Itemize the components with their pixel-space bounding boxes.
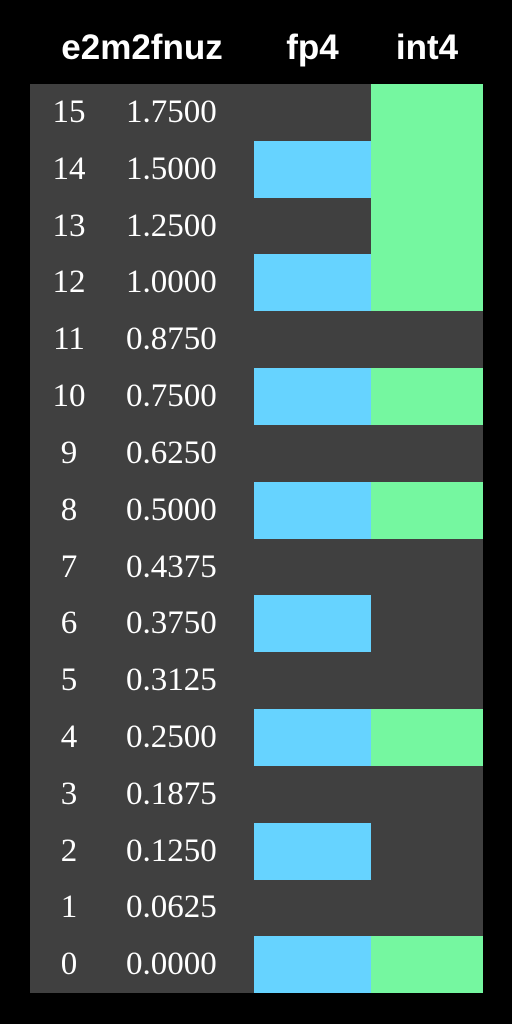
header-fp4: fp4	[286, 28, 339, 67]
table-row: 7 0.4375	[30, 539, 483, 596]
table-row: 13 1.2500	[30, 198, 483, 255]
row-value: 0.0000	[126, 946, 217, 982]
row-index: 1	[60, 889, 78, 925]
row-index: 14	[52, 151, 86, 187]
fp4-marker	[254, 709, 371, 766]
table-row: 6 0.3750	[30, 595, 483, 652]
encoding-table: 15 1.7500 14 1.5000 13 1.2500 12 1.0000 11 0.8750…	[30, 84, 483, 993]
row-index: 10	[52, 378, 86, 414]
int4-marker	[371, 709, 483, 766]
fp4-marker	[254, 254, 371, 311]
table-row: 1 0.0625	[30, 879, 483, 936]
row-value: 1.7500	[126, 94, 217, 130]
fp4-marker	[254, 482, 371, 539]
row-index: 6	[60, 605, 78, 641]
row-value: 0.7500	[126, 378, 217, 414]
table-row: 12 1.0000	[30, 254, 483, 311]
row-value: 1.5000	[126, 151, 217, 187]
row-index: 9	[60, 435, 78, 471]
int4-marker	[371, 141, 483, 198]
header-int4: int4	[395, 28, 459, 67]
int4-marker	[371, 368, 483, 425]
header-row: e2m2fnuz fp4 int4	[0, 0, 512, 84]
row-index: 12	[52, 264, 86, 300]
row-index: 8	[60, 492, 78, 528]
header-e2m2fnuz: e2m2fnuz	[61, 28, 223, 67]
table-row: 3 0.1875	[30, 766, 483, 823]
row-value: 0.2500	[126, 719, 217, 755]
row-value: 0.5000	[126, 492, 217, 528]
int4-marker	[371, 198, 483, 255]
fp4-marker	[254, 141, 371, 198]
row-index: 0	[60, 946, 78, 982]
row-value: 0.3750	[126, 605, 217, 641]
row-index: 7	[60, 549, 78, 585]
row-value: 0.4375	[126, 549, 217, 585]
row-value: 0.6250	[126, 435, 217, 471]
row-index: 3	[60, 776, 78, 812]
row-index: 15	[52, 94, 86, 130]
row-index: 11	[53, 321, 85, 357]
table-row: 11 0.8750	[30, 311, 483, 368]
int4-marker	[371, 482, 483, 539]
row-index: 2	[60, 833, 78, 869]
table-row: 4 0.2500	[30, 709, 483, 766]
row-index: 13	[52, 208, 86, 244]
table-row: 15 1.7500	[30, 84, 483, 141]
row-value: 0.3125	[126, 662, 217, 698]
table-row: 5 0.3125	[30, 652, 483, 709]
row-index: 4	[60, 719, 78, 755]
fp4-marker	[254, 823, 371, 880]
int4-marker	[371, 936, 483, 993]
row-value: 1.0000	[126, 264, 217, 300]
table-row: 2 0.1250	[30, 823, 483, 880]
row-value: 0.0625	[126, 889, 217, 925]
int4-marker	[371, 84, 483, 141]
row-value: 1.2500	[126, 208, 217, 244]
row-value: 0.8750	[126, 321, 217, 357]
fp4-marker	[254, 368, 371, 425]
table-row: 8 0.5000	[30, 482, 483, 539]
row-value: 0.1250	[126, 833, 217, 869]
row-value: 0.1875	[126, 776, 217, 812]
fp4-marker	[254, 936, 371, 993]
fp4-marker	[254, 595, 371, 652]
table-row: 14 1.5000	[30, 141, 483, 198]
table-row: 10 0.7500	[30, 368, 483, 425]
int4-marker	[371, 254, 483, 311]
table-row: 0 0.0000	[30, 936, 483, 993]
row-index: 5	[60, 662, 78, 698]
table-row: 9 0.6250	[30, 425, 483, 482]
